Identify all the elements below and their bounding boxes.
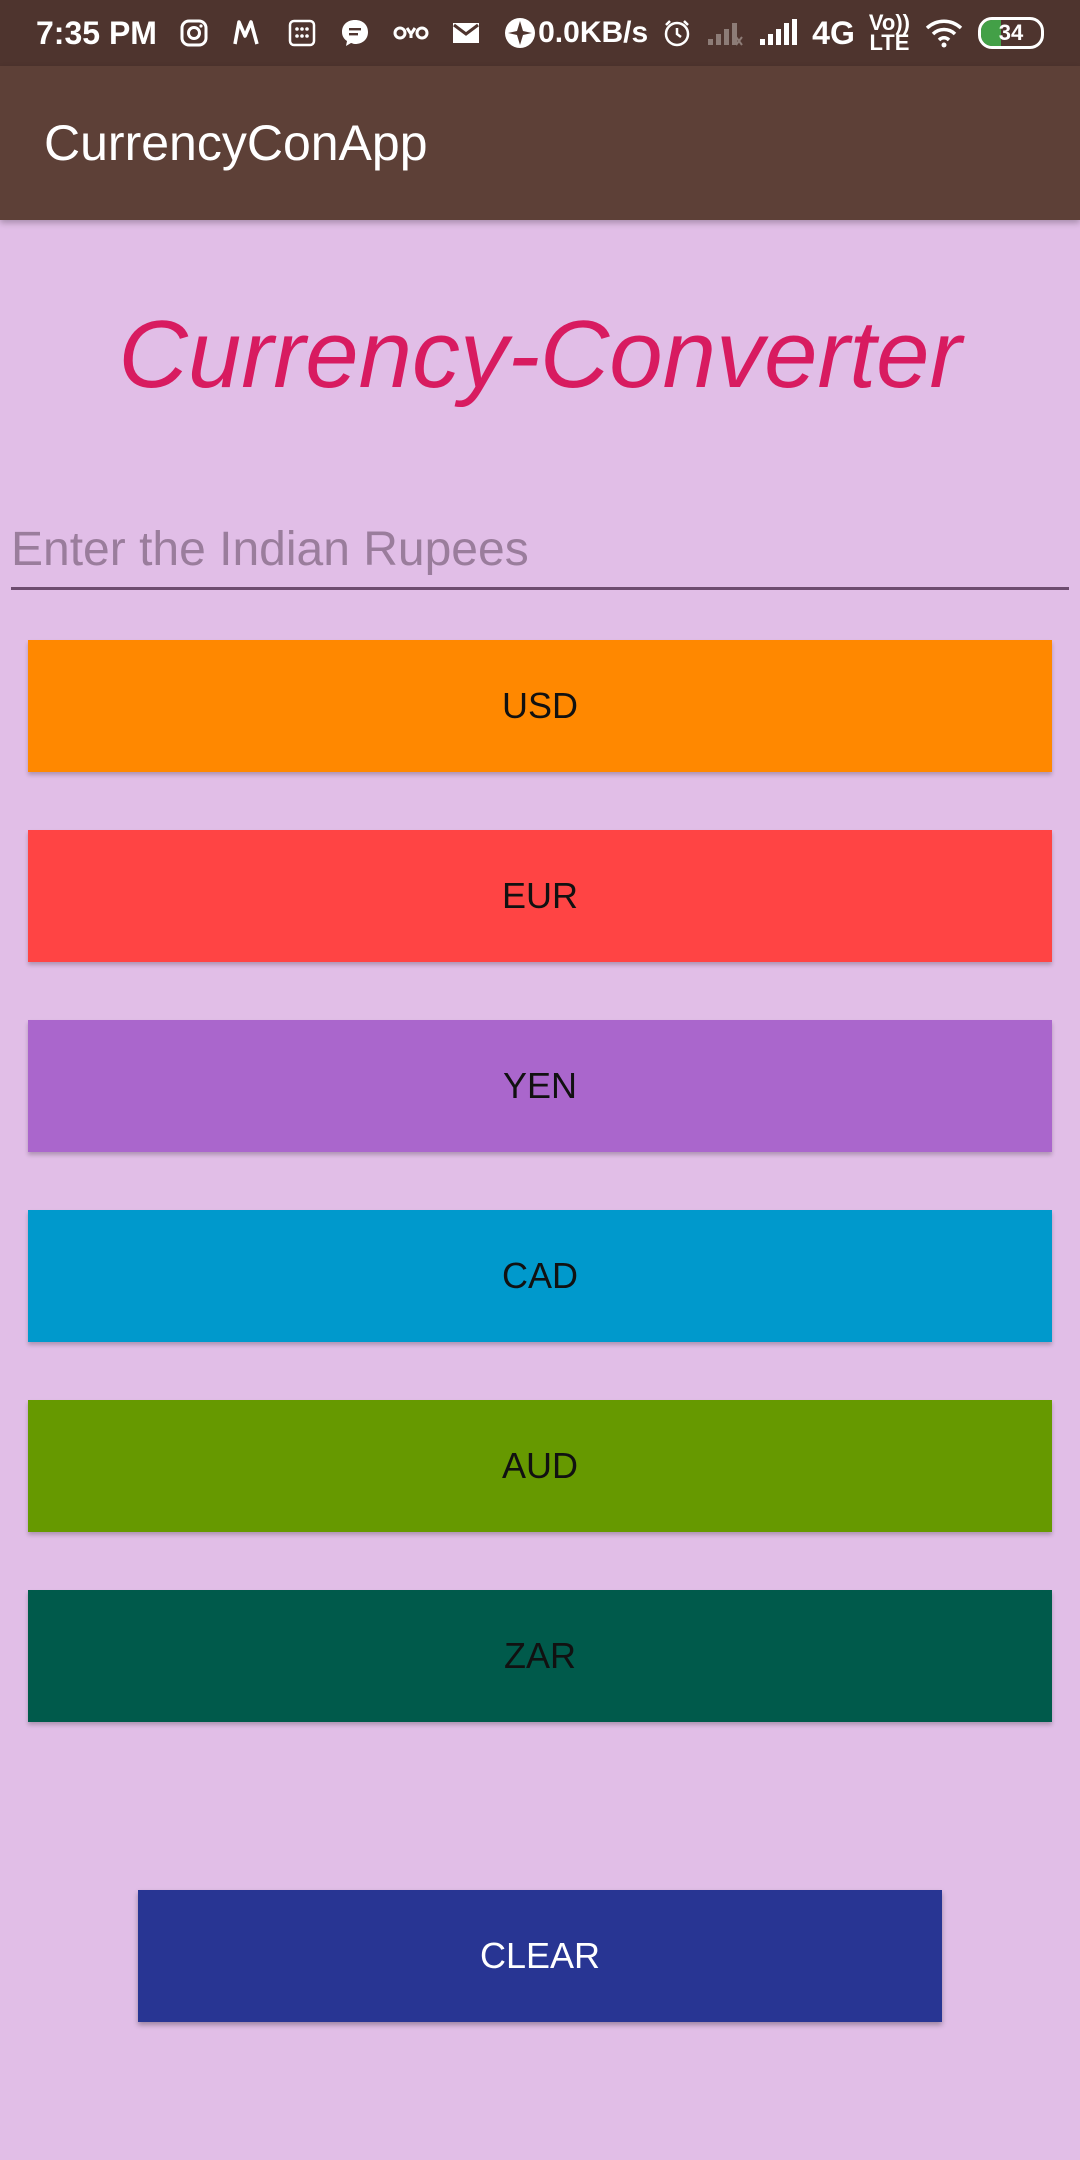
aud-button[interactable]: AUD — [28, 1400, 1052, 1532]
battery-icon: 34 — [978, 17, 1044, 49]
battery-level: 34 — [998, 20, 1024, 45]
zar-button[interactable]: ZAR — [28, 1590, 1052, 1722]
oyo-icon — [393, 23, 429, 43]
mail-icon — [451, 21, 481, 45]
network-type: 4G — [812, 14, 855, 51]
volte-indicator: Vo)) LTE — [869, 12, 910, 55]
rupees-input[interactable] — [11, 512, 1069, 587]
rupees-input-container — [11, 512, 1069, 590]
app-title: CurrencyConApp — [44, 115, 428, 171]
volte-bottom: LTE — [869, 30, 910, 55]
cad-button[interactable]: CAD — [28, 1210, 1052, 1342]
message-icon — [339, 17, 371, 49]
spinner-icon — [503, 16, 537, 50]
instagram-icon — [179, 18, 209, 48]
calculator-icon — [287, 18, 317, 48]
alarm-icon — [662, 18, 692, 48]
wifi-icon — [924, 18, 964, 48]
myntra-icon — [231, 18, 265, 48]
eur-button[interactable]: EUR — [28, 830, 1052, 962]
signal-strong-icon — [758, 19, 798, 47]
clear-button[interactable]: CLEAR — [138, 1890, 942, 2022]
status-time: 7:35 PM — [36, 14, 157, 51]
signal-weak-icon — [706, 19, 744, 47]
app-bar: CurrencyConApp — [0, 66, 1080, 220]
usd-button[interactable]: USD — [28, 640, 1052, 772]
network-speed: 0.0KB/s — [538, 16, 649, 49]
page-heading: Currency-Converter — [118, 301, 962, 408]
yen-button[interactable]: YEN — [28, 1020, 1052, 1152]
status-bar: 7:35 PM 0.0KB/s 4G Vo)) LTE 34 — [0, 0, 1080, 66]
